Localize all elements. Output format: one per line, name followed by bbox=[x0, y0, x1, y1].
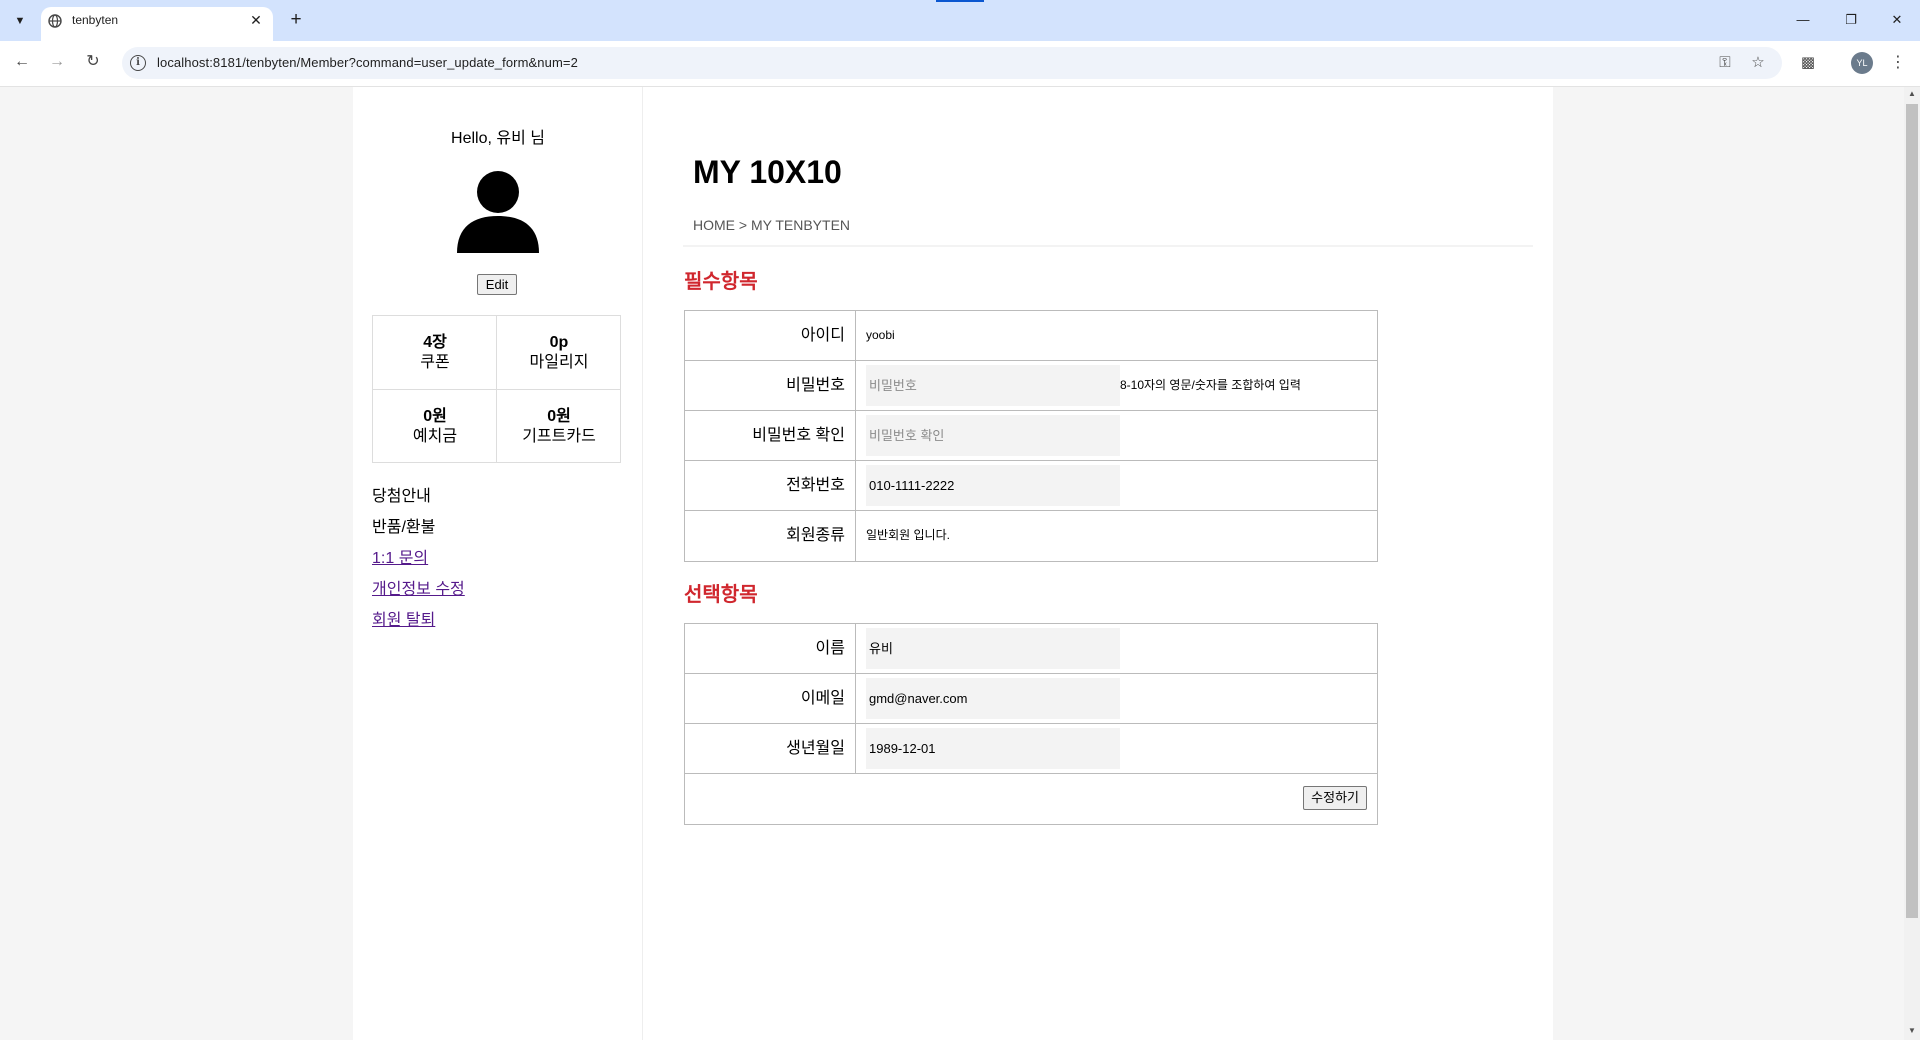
main-content: MY 10X10 HOME > MY TENBYTEN 필수항목 아이디 yoo… bbox=[643, 87, 1553, 1040]
password-key-icon[interactable]: ⚿ bbox=[1714, 52, 1736, 74]
table-row: 비밀번호 확인 비밀번호 확인 bbox=[685, 411, 1377, 461]
site-info-icon[interactable]: i bbox=[130, 55, 146, 71]
password-input[interactable]: 비밀번호 bbox=[866, 365, 1120, 406]
scroll-down-icon[interactable]: ▼ bbox=[1904, 1026, 1920, 1038]
mileage-value: 0p bbox=[549, 334, 569, 351]
id-value: yoobi bbox=[866, 328, 895, 342]
coupon-count: 4장 bbox=[423, 334, 447, 351]
scrollbar-thumb[interactable] bbox=[1906, 104, 1918, 918]
page-container: Hello, 유비 님 Edit 4장 쿠폰 0p 마일리지 0원 예치금 0원… bbox=[353, 87, 1553, 1040]
required-section-heading: 필수항목 bbox=[684, 271, 758, 293]
minimize-icon[interactable]: — bbox=[1780, 8, 1826, 32]
birthdate-input[interactable]: 1989-12-01 bbox=[866, 728, 1120, 769]
bookmark-star-icon[interactable]: ☆ bbox=[1747, 52, 1769, 74]
sidebar-menu: 당첨안내 반품/환불 1:1 문의 개인정보 수정 회원 탈퇴 bbox=[372, 487, 465, 642]
optional-fields-table: 이름 유비 이메일 gmd@naver.com 생년월일 1989-12-01 … bbox=[684, 623, 1378, 825]
table-row: 전화번호 010-1111-2222 bbox=[685, 461, 1377, 511]
close-tab-icon[interactable]: ✕ bbox=[247, 11, 265, 29]
tab-title: tenbyten bbox=[72, 13, 119, 27]
sidebar: Hello, 유비 님 Edit 4장 쿠폰 0p 마일리지 0원 예치금 0원… bbox=[353, 87, 643, 1040]
table-row: 아이디 yoobi bbox=[685, 311, 1377, 361]
menu-item-returns[interactable]: 반품/환불 bbox=[372, 518, 465, 549]
member-type-label: 회원종류 bbox=[685, 511, 856, 561]
phone-input[interactable]: 010-1111-2222 bbox=[866, 465, 1120, 506]
menu-item-withdraw[interactable]: 회원 탈퇴 bbox=[372, 611, 465, 642]
required-fields-table: 아이디 yoobi 비밀번호 비밀번호 8-10자의 영문/숫자를 조합하여 입… bbox=[684, 310, 1378, 562]
benefit-summary: 4장 쿠폰 0p 마일리지 0원 예치금 0원 기프트카드 bbox=[372, 315, 621, 463]
menu-item-inquiry[interactable]: 1:1 문의 bbox=[372, 549, 465, 580]
globe-icon bbox=[48, 14, 62, 28]
optional-section-heading: 선택항목 bbox=[684, 584, 758, 606]
id-label: 아이디 bbox=[685, 311, 856, 360]
birthdate-label: 생년월일 bbox=[685, 724, 856, 773]
user-avatar-icon bbox=[457, 171, 539, 253]
table-row: 수정하기 bbox=[685, 774, 1377, 824]
url-text[interactable]: localhost:8181/tenbyten/Member?command=u… bbox=[157, 55, 578, 70]
email-input[interactable]: gmd@naver.com bbox=[866, 678, 1120, 719]
table-row: 이름 유비 bbox=[685, 624, 1377, 674]
password-hint: 8-10자의 영문/숫자를 조합하여 입력 bbox=[1120, 378, 1301, 392]
page-viewport: Hello, 유비 님 Edit 4장 쿠폰 0p 마일리지 0원 예치금 0원… bbox=[0, 87, 1904, 1040]
scroll-up-icon[interactable]: ▲ bbox=[1904, 89, 1920, 101]
giftcard-label: 기프트카드 bbox=[522, 428, 596, 445]
table-row: 회원종류 일반회원 입니다. bbox=[685, 511, 1377, 561]
greeting: Hello, 유비 님 bbox=[451, 130, 545, 147]
new-tab-icon[interactable]: + bbox=[283, 9, 309, 31]
name-label: 이름 bbox=[685, 624, 856, 673]
back-icon[interactable]: ← bbox=[10, 50, 34, 74]
breadcrumb: HOME > MY TENBYTEN bbox=[693, 217, 851, 233]
phone-label: 전화번호 bbox=[685, 461, 856, 510]
extensions-icon[interactable]: ▩ bbox=[1797, 52, 1819, 74]
member-type-value: 일반회원 입니다. bbox=[866, 528, 950, 542]
menu-item-edit-profile[interactable]: 개인정보 수정 bbox=[372, 580, 465, 611]
reload-icon[interactable]: ↻ bbox=[81, 50, 105, 74]
giftcard-stat: 0원 기프트카드 bbox=[497, 390, 621, 464]
deposit-stat: 0원 예치금 bbox=[373, 390, 497, 464]
password-label: 비밀번호 bbox=[685, 361, 856, 410]
table-row: 비밀번호 비밀번호 8-10자의 영문/숫자를 조합하여 입력 bbox=[685, 361, 1377, 411]
name-input[interactable]: 유비 bbox=[866, 628, 1120, 669]
browser-menu-icon[interactable]: ⋮ bbox=[1890, 52, 1906, 74]
window-close-icon[interactable]: ✕ bbox=[1874, 8, 1920, 32]
password-confirm-label: 비밀번호 확인 bbox=[685, 411, 856, 460]
coupon-label: 쿠폰 bbox=[420, 354, 450, 371]
deposit-label: 예치금 bbox=[412, 428, 458, 445]
tab-strip-indicator bbox=[936, 0, 984, 2]
forward-icon[interactable]: → bbox=[45, 50, 69, 74]
mileage-label: 마일리지 bbox=[529, 354, 589, 371]
coupon-stat: 4장 쿠폰 bbox=[373, 316, 497, 390]
edit-profile-button[interactable]: Edit bbox=[477, 274, 517, 295]
password-confirm-input[interactable]: 비밀번호 확인 bbox=[866, 415, 1120, 456]
tab-search-icon[interactable]: ▼ bbox=[9, 10, 31, 32]
page-title: MY 10X10 bbox=[693, 154, 842, 190]
email-label: 이메일 bbox=[685, 674, 856, 723]
table-row: 생년월일 1989-12-01 bbox=[685, 724, 1377, 774]
giftcard-value: 0원 bbox=[547, 408, 571, 425]
title-divider bbox=[683, 245, 1533, 247]
menu-item-winners[interactable]: 당첨안내 bbox=[372, 487, 465, 518]
restore-icon[interactable]: ❐ bbox=[1828, 8, 1874, 32]
mileage-stat: 0p 마일리지 bbox=[497, 316, 621, 390]
table-row: 이메일 gmd@naver.com bbox=[685, 674, 1377, 724]
deposit-value: 0원 bbox=[423, 408, 447, 425]
submit-update-button[interactable]: 수정하기 bbox=[1303, 786, 1367, 810]
profile-avatar[interactable]: YL bbox=[1851, 52, 1873, 74]
